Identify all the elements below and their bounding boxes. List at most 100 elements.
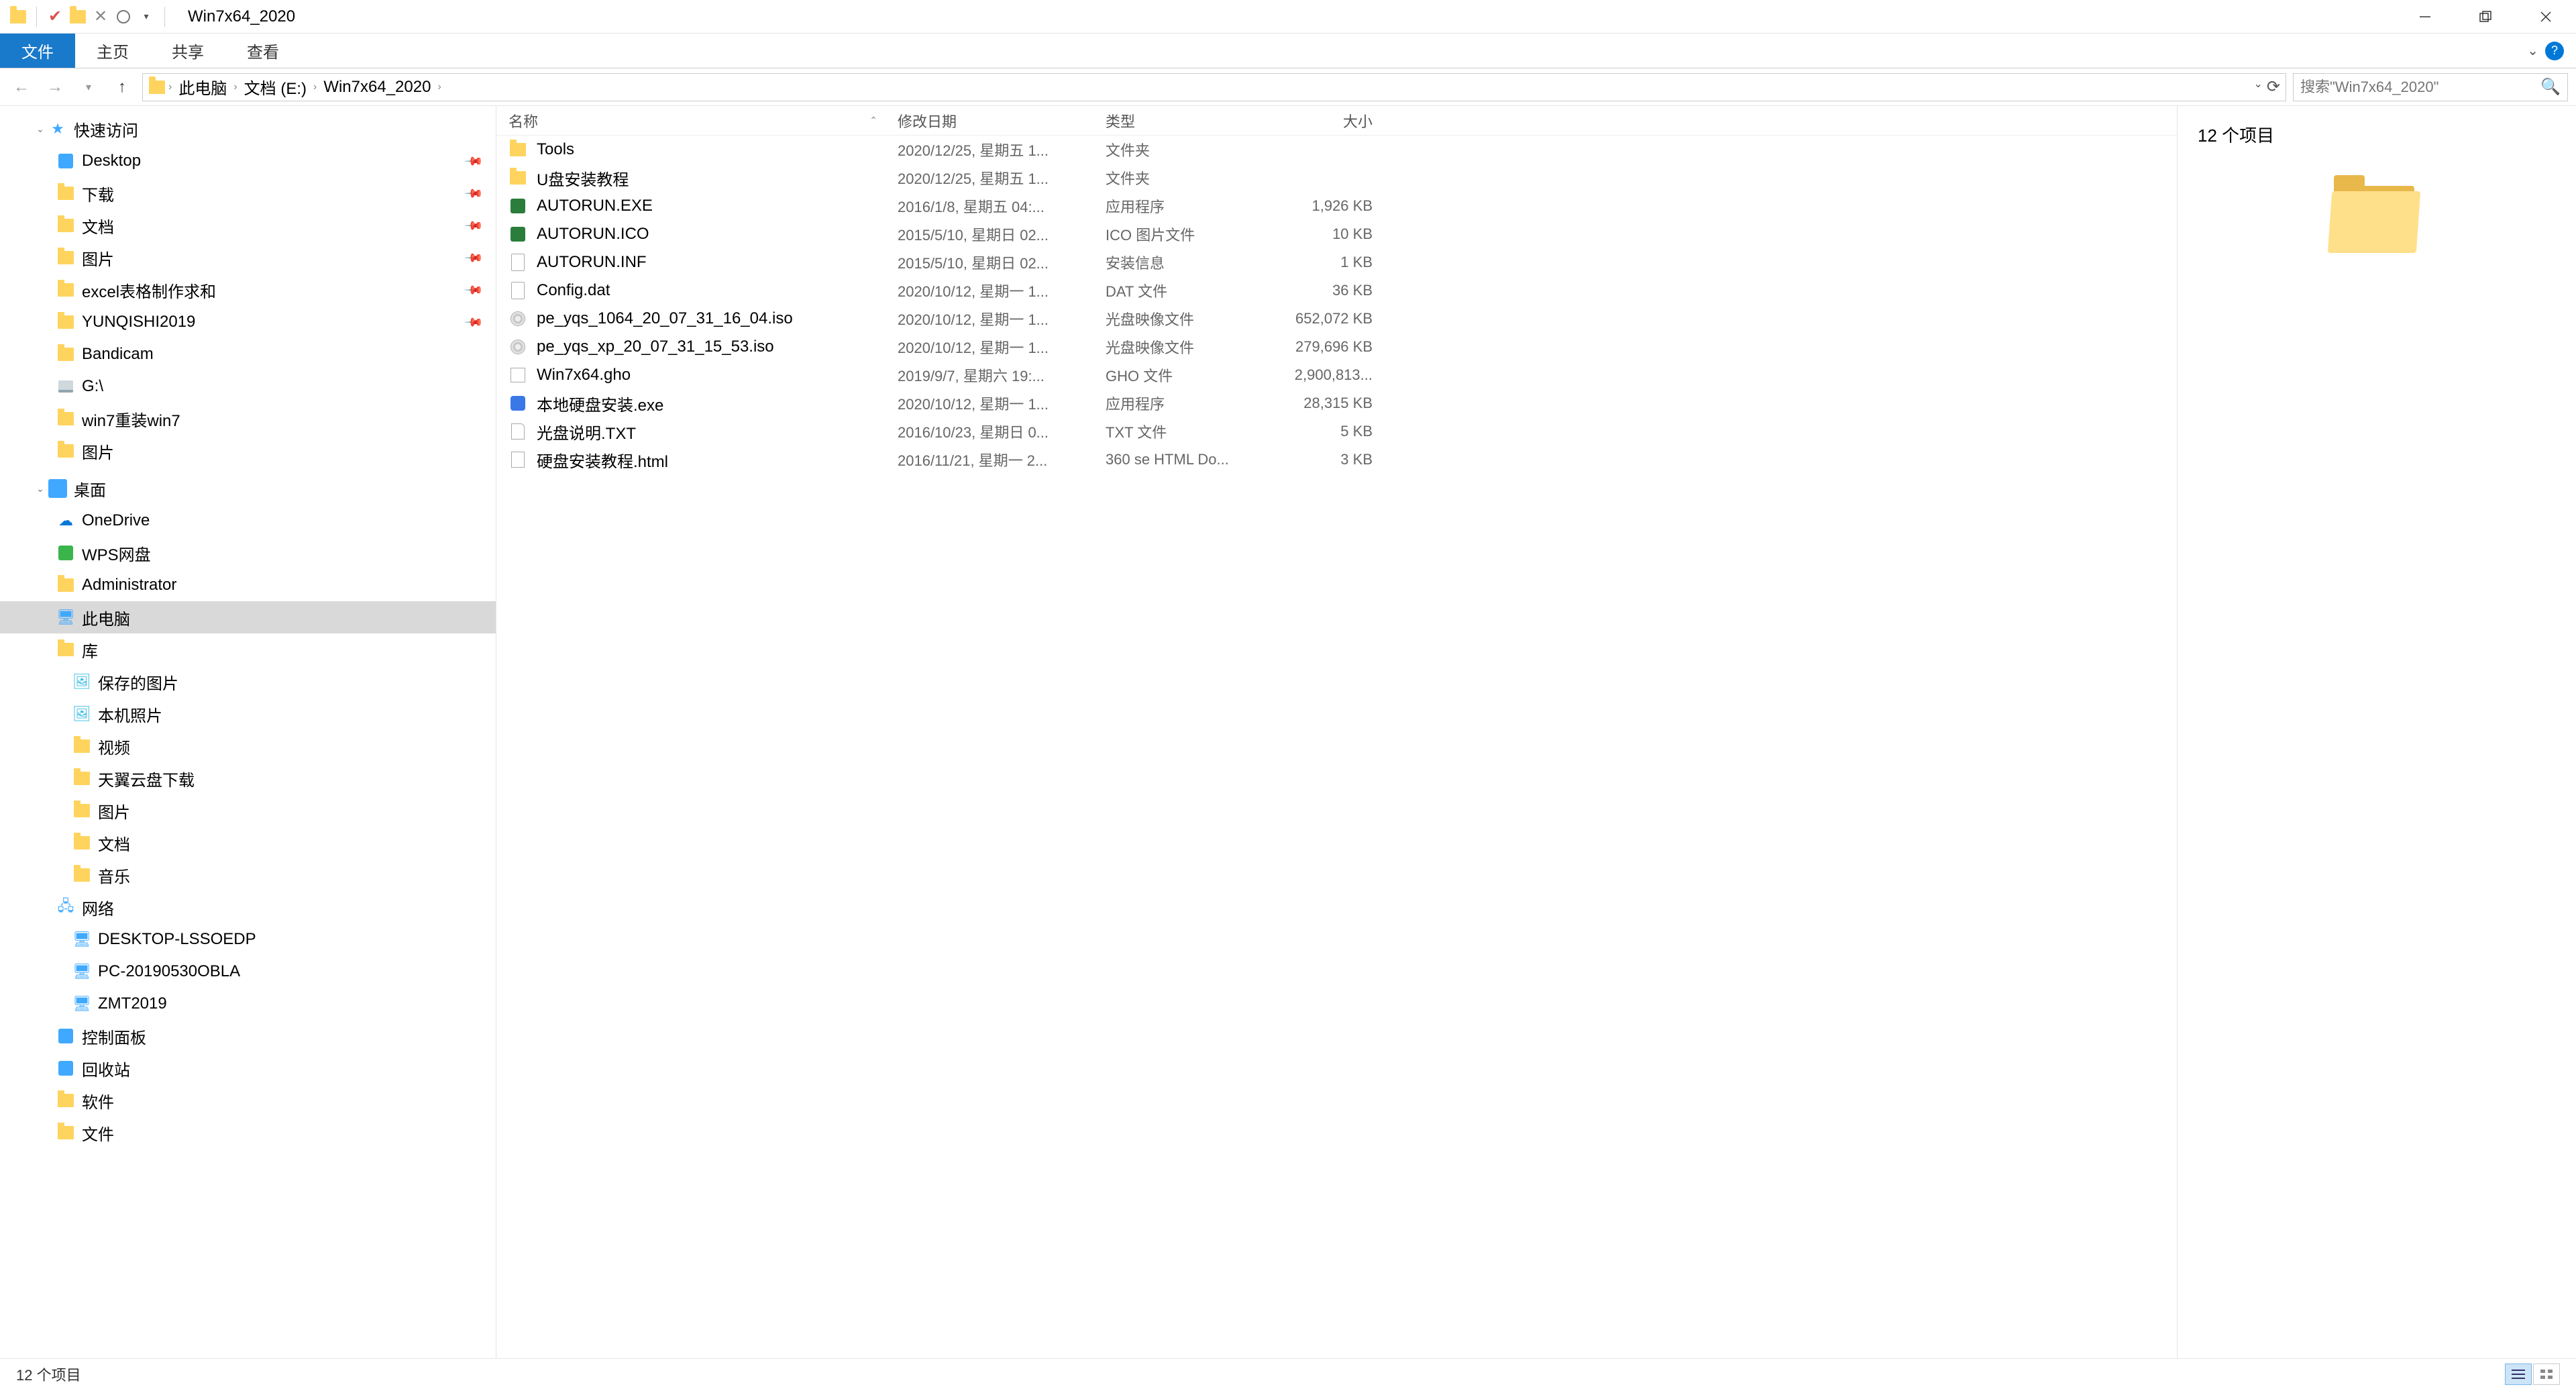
file-row[interactable]: AUTORUN.INF 2015/5/10, 星期日 02... 安装信息 1 … [496, 248, 2177, 276]
chevron-right-icon[interactable]: › [233, 81, 237, 93]
chevron-right-icon[interactable]: › [437, 81, 441, 93]
pin-icon: 📌 [463, 280, 484, 301]
chevron-right-icon[interactable]: › [168, 81, 172, 93]
nav-forward-button[interactable]: → [42, 74, 68, 101]
sidebar-item[interactable]: 🖥 PC-20190530OBLA [0, 956, 496, 988]
col-date[interactable]: 修改日期 [885, 110, 1093, 132]
chevron-down-icon[interactable]: ⌄ [32, 123, 48, 135]
sidebar-item[interactable]: 下载 📌 [0, 177, 496, 209]
crumb-2[interactable]: Win7x64_2020 [319, 78, 435, 97]
search-input[interactable] [2300, 79, 2540, 96]
nav-item-icon [56, 409, 75, 428]
nav-item-icon [56, 152, 75, 170]
search-icon[interactable]: 🔍 [2540, 77, 2561, 97]
nav-item-label: 本机照片 [98, 703, 162, 726]
sidebar-item[interactable]: Bandicam [0, 338, 496, 370]
chevron-down-icon[interactable]: ⌄ [32, 483, 48, 495]
sidebar-item[interactable]: 🖥 ZMT2019 [0, 988, 496, 1020]
crumb-1[interactable]: 文档 (E:) [240, 75, 311, 99]
sidebar-item[interactable]: win7重装win7 [0, 403, 496, 435]
sidebar-item[interactable]: G:\ [0, 370, 496, 403]
file-row[interactable]: AUTORUN.EXE 2016/1/8, 星期五 04:... 应用程序 1,… [496, 192, 2177, 220]
col-type[interactable]: 类型 [1093, 110, 1268, 132]
file-row[interactable]: Win7x64.gho 2019/9/7, 星期六 19:... GHO 文件 … [496, 361, 2177, 389]
help-icon[interactable]: ? [2545, 42, 2564, 60]
sidebar-item[interactable]: 文档 [0, 827, 496, 859]
sidebar-item[interactable]: ☁ OneDrive [0, 505, 496, 537]
navigation-pane[interactable]: ⌄ ★ 快速访问 Desktop 📌 下载 📌 文档 📌 图片 📌 [0, 106, 496, 1358]
tab-view[interactable]: 查看 [225, 34, 301, 68]
sidebar-item[interactable]: 回收站 [0, 1052, 496, 1084]
sidebar-item[interactable]: 🖼 保存的图片 [0, 666, 496, 698]
nav-quick-access[interactable]: ⌄ ★ 快速访问 [0, 113, 496, 145]
crumb-0[interactable]: 此电脑 [174, 75, 231, 99]
maximize-button[interactable] [2455, 0, 2516, 34]
nav-item-icon [56, 1123, 75, 1142]
view-icons-button[interactable] [2533, 1364, 2560, 1385]
nav-item-label: OneDrive [82, 511, 150, 530]
file-row[interactable]: Tools 2020/12/25, 星期五 1... 文件夹 [496, 136, 2177, 164]
gear-icon[interactable] [115, 8, 132, 25]
nav-item-icon: 🖥 [72, 930, 91, 949]
sidebar-item[interactable]: 视频 [0, 730, 496, 762]
sidebar-item[interactable]: Desktop 📌 [0, 145, 496, 177]
tab-home[interactable]: 主页 [75, 34, 150, 68]
breadcrumb[interactable]: › 此电脑 › 文档 (E:) › Win7x64_2020 › ⌄ ⟳ [142, 73, 2286, 101]
sidebar-item[interactable]: 🖥 此电脑 [0, 601, 496, 633]
check-icon[interactable]: ✔ [46, 8, 64, 25]
sidebar-item[interactable]: excel表格制作求和 📌 [0, 274, 496, 306]
nav-item-label: 图片 [98, 799, 130, 823]
refresh-icon[interactable]: ⟳ [2267, 77, 2280, 97]
sidebar-item[interactable]: 文件 [0, 1117, 496, 1149]
file-name: AUTORUN.EXE [537, 197, 653, 215]
nav-recent-button[interactable]: ▾ [75, 74, 102, 101]
chevron-down-icon[interactable]: ⌄ [2253, 77, 2262, 97]
nav-desktop[interactable]: ⌄ 桌面 [0, 472, 496, 505]
sidebar-item[interactable]: 天翼云盘下载 [0, 762, 496, 794]
nav-up-button[interactable]: ↑ [109, 74, 136, 101]
file-icon [508, 197, 527, 215]
chevron-right-icon[interactable]: › [313, 81, 317, 93]
sidebar-item[interactable]: 音乐 [0, 859, 496, 891]
sidebar-item[interactable]: 图片 [0, 435, 496, 467]
view-details-button[interactable] [2505, 1364, 2532, 1385]
preview-title: 12 个项目 [2198, 122, 2556, 147]
sidebar-item[interactable]: 图片 📌 [0, 242, 496, 274]
qat-dropdown-icon[interactable]: ▾ [138, 8, 155, 25]
sidebar-item[interactable]: 🖼 本机照片 [0, 698, 496, 730]
file-name: U盘安装教程 [537, 166, 629, 190]
sidebar-item[interactable]: 🖧 网络 [0, 891, 496, 923]
sidebar-item[interactable]: 🖥 DESKTOP-LSSOEDP [0, 923, 496, 956]
sidebar-item[interactable]: 软件 [0, 1084, 496, 1117]
folder-new-icon[interactable] [69, 8, 87, 25]
sidebar-item[interactable]: 控制面板 [0, 1020, 496, 1052]
file-row[interactable]: U盘安装教程 2020/12/25, 星期五 1... 文件夹 [496, 164, 2177, 192]
close-icon[interactable]: ✕ [92, 8, 109, 25]
file-size: 3 KB [1268, 451, 1389, 468]
sidebar-item[interactable]: WPS网盘 [0, 537, 496, 569]
tab-file[interactable]: 文件 [0, 34, 75, 68]
nav-back-button[interactable]: ← [8, 74, 35, 101]
file-row[interactable]: 硬盘安装教程.html 2016/11/21, 星期一 2... 360 se … [496, 446, 2177, 474]
tab-share[interactable]: 共享 [150, 34, 225, 68]
col-name[interactable]: 名称 ⌃ [496, 110, 885, 132]
sidebar-item[interactable]: 库 [0, 633, 496, 666]
file-row[interactable]: pe_yqs_1064_20_07_31_16_04.iso 2020/10/1… [496, 305, 2177, 333]
search-box[interactable]: 🔍 [2293, 73, 2568, 101]
file-size: 5 KB [1268, 423, 1389, 440]
file-size: 652,072 KB [1268, 310, 1389, 327]
file-row[interactable]: AUTORUN.ICO 2015/5/10, 星期日 02... ICO 图片文… [496, 220, 2177, 248]
file-icon [508, 140, 527, 159]
file-row[interactable]: pe_yqs_xp_20_07_31_15_53.iso 2020/10/12,… [496, 333, 2177, 361]
col-size[interactable]: 大小 [1268, 110, 1389, 132]
minimize-button[interactable] [2395, 0, 2455, 34]
file-row[interactable]: Config.dat 2020/10/12, 星期一 1... DAT 文件 3… [496, 276, 2177, 305]
ribbon-collapse-icon[interactable]: ⌄ [2527, 42, 2538, 59]
file-row[interactable]: 本地硬盘安装.exe 2020/10/12, 星期一 1... 应用程序 28,… [496, 389, 2177, 417]
sidebar-item[interactable]: YUNQISHI2019 📌 [0, 306, 496, 338]
file-row[interactable]: 光盘说明.TXT 2016/10/23, 星期日 0... TXT 文件 5 K… [496, 417, 2177, 446]
close-button[interactable] [2516, 0, 2576, 34]
sidebar-item[interactable]: Administrator [0, 569, 496, 601]
sidebar-item[interactable]: 图片 [0, 794, 496, 827]
sidebar-item[interactable]: 文档 📌 [0, 209, 496, 242]
